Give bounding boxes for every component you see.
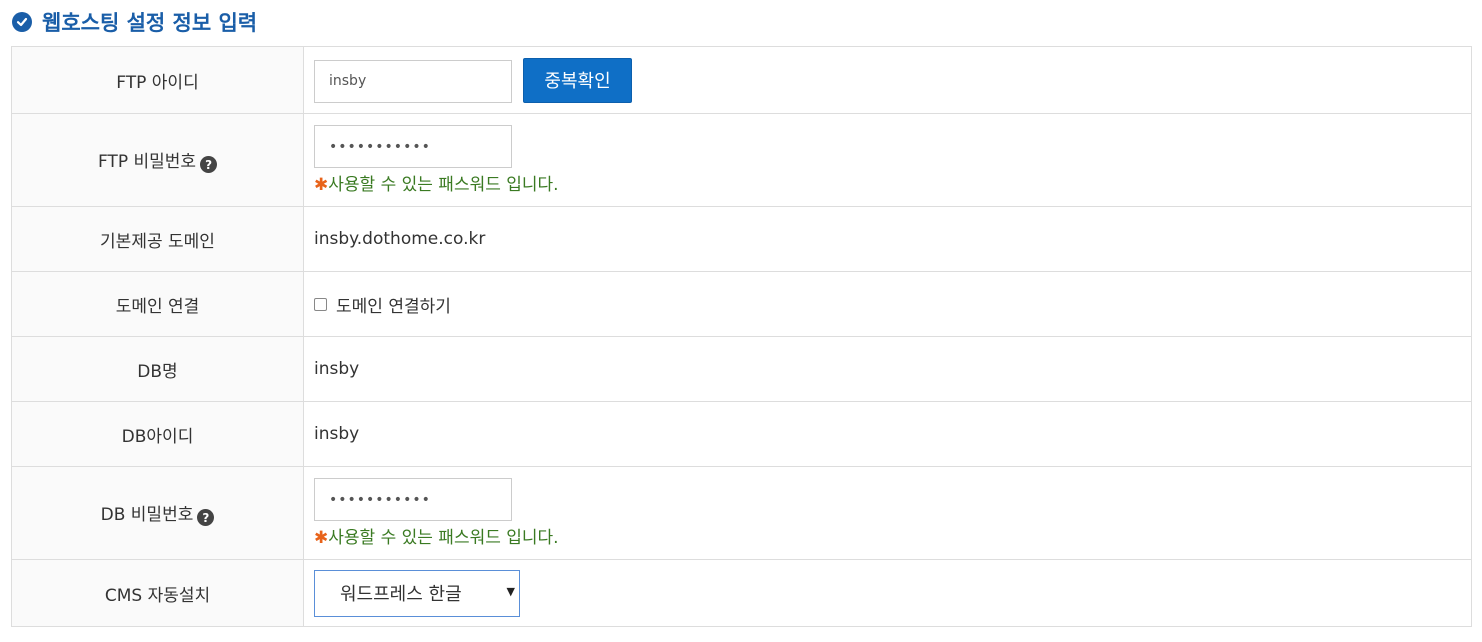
db-password-input[interactable] <box>314 478 512 521</box>
caret-down-icon: ▼ <box>506 584 515 598</box>
cell-ftp-password: ✱사용할 수 있는 패스워드 입니다. <box>303 113 1472 207</box>
label-cms: CMS 자동설치 <box>11 559 304 627</box>
label-db-id: DB아이디 <box>11 401 304 467</box>
cell-ftp-id: 중복확인 <box>303 46 1472 114</box>
row-cms: CMS 자동설치 워드프레스 한글 ▼ <box>11 559 1472 627</box>
row-db-name: DB명 insby <box>11 336 1472 402</box>
ftp-password-input[interactable] <box>314 125 512 168</box>
cell-db-password: ✱사용할 수 있는 패스워드 입니다. <box>303 466 1472 560</box>
cms-select[interactable]: 워드프레스 한글 ▼ <box>314 569 520 617</box>
row-ftp-id: FTP 아이디 중복확인 <box>11 46 1472 114</box>
db-password-message: ✱사용할 수 있는 패스워드 입니다. <box>314 523 1471 548</box>
label-db-name: DB명 <box>11 336 304 402</box>
db-name-value: insby <box>303 336 1472 402</box>
duplicate-check-button[interactable]: 중복확인 <box>523 57 632 103</box>
cell-domain-link: 도메인 연결하기 <box>303 271 1472 337</box>
cell-cms: 워드프레스 한글 ▼ <box>303 559 1472 627</box>
label-default-domain: 기본제공 도메인 <box>11 206 304 272</box>
row-db-password: DB 비밀번호? ✱사용할 수 있는 패스워드 입니다. <box>11 466 1472 560</box>
section-title-text: 웹호스팅 설정 정보 입력 <box>42 11 258 35</box>
label-ftp-password: FTP 비밀번호? <box>11 113 304 207</box>
domain-link-checkbox[interactable] <box>314 297 327 311</box>
label-db-password: DB 비밀번호? <box>11 466 304 560</box>
question-circle-icon[interactable]: ? <box>197 509 215 527</box>
row-db-id: DB아이디 insby <box>11 401 1472 467</box>
db-password-message-text: 사용할 수 있는 패스워드 입니다. <box>328 528 559 548</box>
label-db-password-text: DB 비밀번호 <box>100 504 194 525</box>
db-id-value: insby <box>303 401 1472 467</box>
row-default-domain: 기본제공 도메인 insby.dothome.co.kr <box>11 206 1472 272</box>
section-title: 웹호스팅 설정 정보 입력 <box>12 4 257 40</box>
label-ftp-id: FTP 아이디 <box>11 46 304 114</box>
label-ftp-password-text: FTP 비밀번호 <box>97 151 197 172</box>
ftp-password-message: ✱사용할 수 있는 패스워드 입니다. <box>314 170 1471 195</box>
star-icon: ✱ <box>314 528 329 548</box>
star-icon: ✱ <box>314 175 329 195</box>
ftp-password-message-text: 사용할 수 있는 패스워드 입니다. <box>328 175 559 195</box>
question-circle-icon[interactable]: ? <box>200 156 218 174</box>
domain-link-checkbox-label[interactable]: 도메인 연결하기 <box>336 292 451 317</box>
label-domain-link: 도메인 연결 <box>11 271 304 337</box>
cms-select-value: 워드프레스 한글 <box>340 584 462 605</box>
settings-form-table: FTP 아이디 중복확인 FTP 비밀번호? ✱사용할 수 있는 패스워드 입니… <box>11 46 1472 627</box>
row-ftp-password: FTP 비밀번호? ✱사용할 수 있는 패스워드 입니다. <box>11 113 1472 207</box>
row-domain-link: 도메인 연결 도메인 연결하기 <box>11 271 1472 337</box>
ftp-id-input[interactable] <box>314 59 512 103</box>
default-domain-value: insby.dothome.co.kr <box>303 206 1472 272</box>
check-circle-icon <box>12 12 32 32</box>
